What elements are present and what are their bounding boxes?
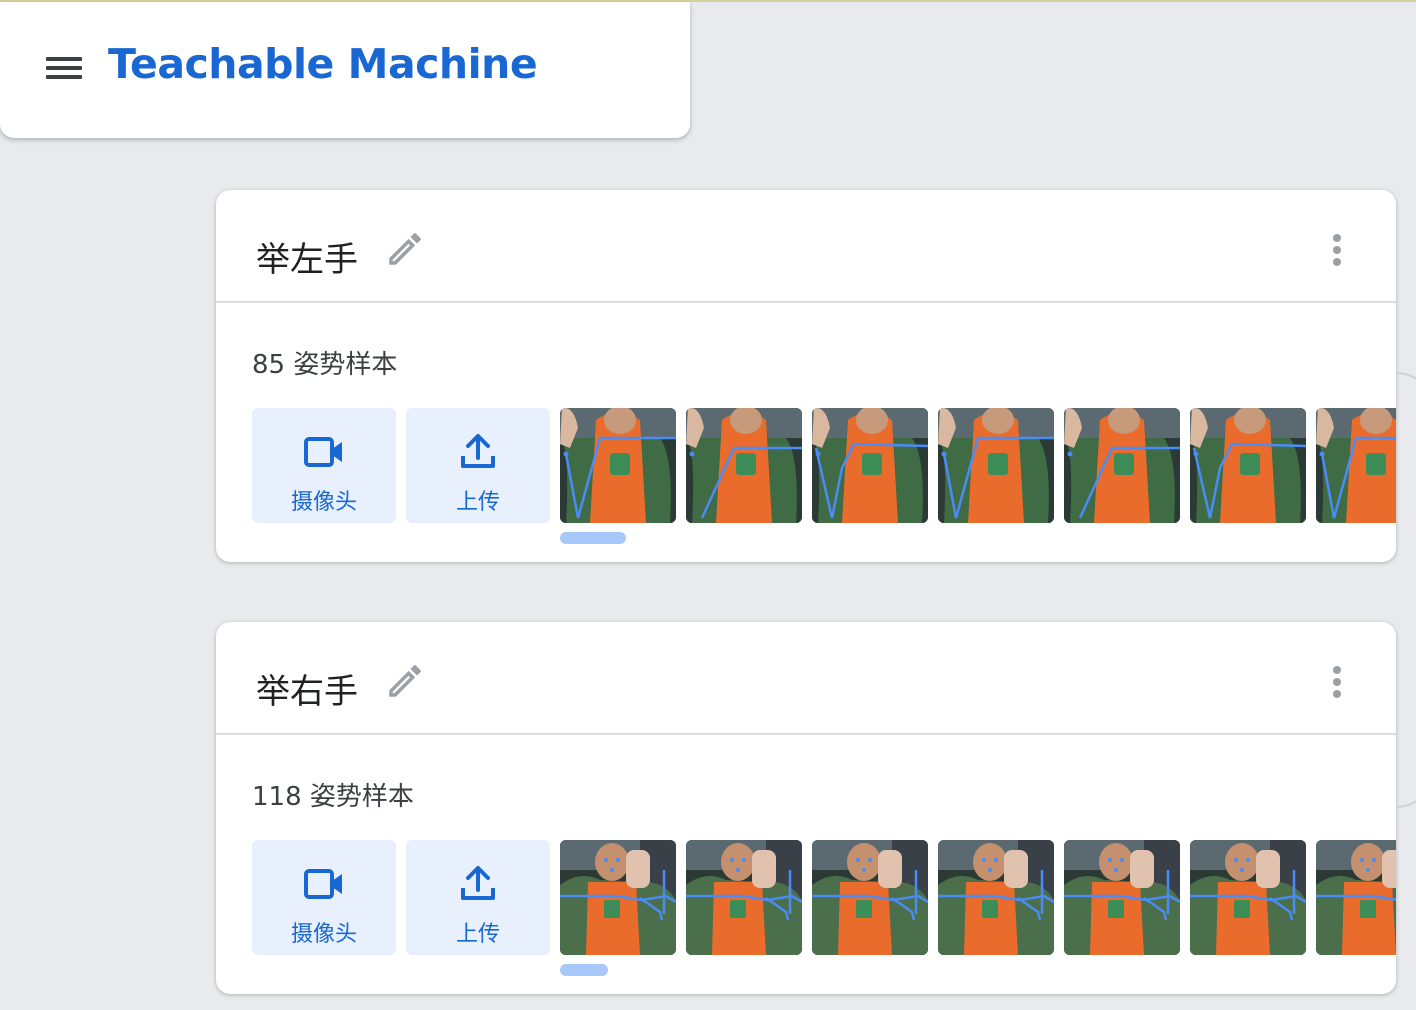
sample-thumbnail[interactable]: [1190, 408, 1306, 523]
pencil-icon[interactable]: [384, 228, 426, 270]
sample-thumbnail[interactable]: [938, 840, 1054, 955]
class-card-header: 举左手: [216, 190, 1396, 303]
app-title[interactable]: Teachable Machine: [108, 40, 538, 88]
sample-thumbnail[interactable]: [560, 840, 676, 955]
upload-icon: [461, 434, 495, 468]
webcam-button[interactable]: 摄像头: [252, 840, 396, 955]
webcam-button[interactable]: 摄像头: [252, 408, 396, 523]
sample-thumbnail[interactable]: [560, 408, 676, 523]
sample-thumbnail[interactable]: [1190, 840, 1306, 955]
sample-thumbnail[interactable]: [686, 408, 802, 523]
webcam-button-label: 摄像头: [290, 922, 357, 947]
webcam-button-label: 摄像头: [290, 490, 357, 515]
upload-button-label: 上传: [455, 922, 500, 947]
sample-thumbnail[interactable]: [1064, 840, 1180, 955]
upload-button[interactable]: 上传: [406, 840, 550, 955]
thumbnail-scroll-indicator[interactable]: [560, 532, 626, 544]
pencil-icon[interactable]: [384, 660, 426, 702]
class-card-header: 举右手: [216, 622, 1396, 735]
videocam-icon: [304, 437, 342, 467]
class-card-right-hand: 举右手 118 姿势样本 摄像头 上传: [216, 622, 1396, 994]
upload-button-label: 上传: [455, 490, 500, 515]
videocam-icon: [304, 869, 342, 899]
more-vert-icon[interactable]: [1324, 666, 1350, 702]
side-connector: [1396, 372, 1416, 808]
sample-thumbnail[interactable]: [1316, 408, 1396, 523]
class-name[interactable]: 举右手: [256, 664, 358, 713]
sample-thumbnail[interactable]: [812, 840, 928, 955]
upload-button[interactable]: 上传: [406, 408, 550, 523]
app-header: Teachable Machine: [0, 2, 690, 138]
sample-thumbnails: [560, 408, 1396, 523]
more-vert-icon[interactable]: [1324, 234, 1350, 270]
sample-thumbnail[interactable]: [938, 408, 1054, 523]
sample-thumbnail[interactable]: [1064, 408, 1180, 523]
sample-thumbnail[interactable]: [686, 840, 802, 955]
class-name[interactable]: 举左手: [256, 232, 358, 281]
upload-icon: [461, 866, 495, 900]
class-card-left-hand: 举左手 85 姿势样本 摄像头 上传: [216, 190, 1396, 562]
sample-count: 85 姿势样本: [252, 350, 398, 380]
sample-count: 118 姿势样本: [252, 782, 414, 812]
sample-thumbnail[interactable]: [1316, 840, 1396, 955]
sample-thumbnails: [560, 840, 1396, 955]
thumbnail-scroll-indicator[interactable]: [560, 964, 608, 976]
hamburger-menu-icon[interactable]: [46, 57, 82, 81]
sample-thumbnail[interactable]: [812, 408, 928, 523]
